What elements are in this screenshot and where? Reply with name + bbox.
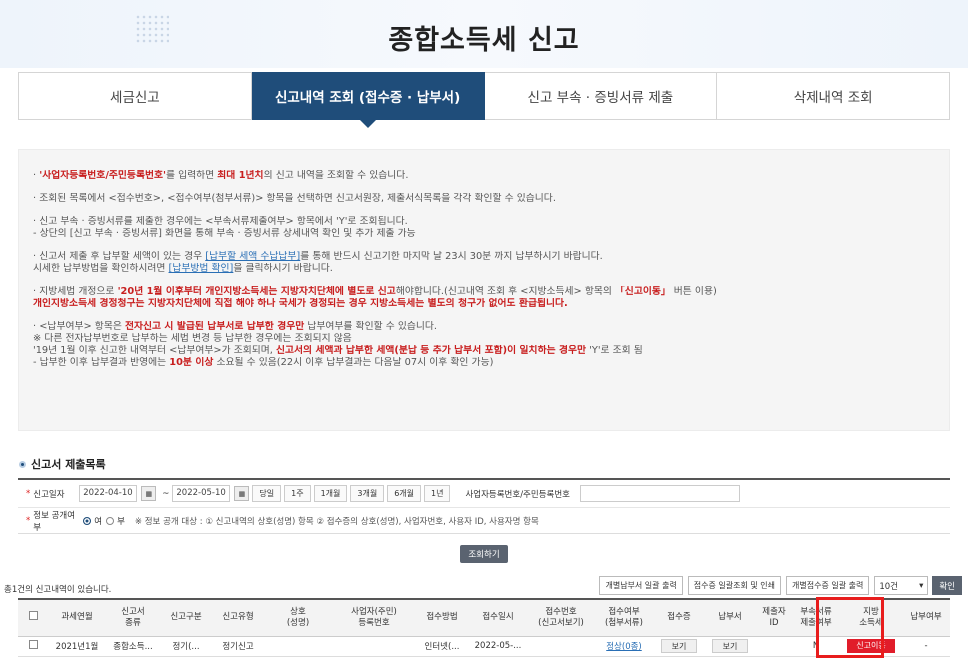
pay-tax-link[interactable]: [납부할 세액 수납납부] <box>205 251 300 262</box>
id-label: 사업자등록번호/주민등록번호 <box>465 489 570 500</box>
result-actions: 개별납부서 일괄 출력 접수증 일괄조회 및 인쇄 개별접수증 일괄 출력 10… <box>594 576 962 595</box>
calendar-icon[interactable]: ▦ <box>234 486 250 501</box>
notice-line: '19년 1월 이후 신고한 내역부터 <납부여부>가 조회되며, 신고서의 세… <box>33 345 643 356</box>
table-header-row: 과세연월 신고서 종류 신고구분 신고유형 상호 (성명) 사업자(주민) 등록… <box>18 598 950 637</box>
col-header: 상호 (성명) <box>264 598 332 637</box>
page-size-select[interactable]: 10건 ▾ <box>874 576 929 595</box>
cell-name <box>264 636 332 657</box>
cell-datetime: 2022-05-... <box>468 636 528 657</box>
cell-receipt-no[interactable] <box>528 636 594 657</box>
public-note: ※ 정보 공개 대상 : ① 신고내역의 상호(성명) 항목 ② 접수증의 상호… <box>134 517 539 527</box>
cell-method: 인터넷(... <box>416 636 468 657</box>
table-row: 2021년1월 종합소득... 정기(... 정기신고 인터넷(... 2022… <box>18 636 950 657</box>
bulk-detail-print-button[interactable]: 개별접수증 일괄 출력 <box>786 576 870 595</box>
notice-line: · <납부여부> 항목은 전자신고 시 발급된 납부서로 납부한 경우만 납부여… <box>33 321 438 332</box>
cell-type: 종합소득... <box>106 636 160 657</box>
radio-yes[interactable] <box>83 517 92 525</box>
result-count: 총1건의 신고내역이 있습니다. <box>4 585 112 595</box>
period-1w-button[interactable]: 1주 <box>284 485 311 502</box>
highlight-box <box>816 597 884 658</box>
row-checkbox[interactable] <box>28 640 38 649</box>
bullet-icon <box>19 461 26 468</box>
search-button[interactable]: 조회하기 <box>460 545 508 563</box>
notice-line: - 납부한 이후 납부결과 반영에는 10분 이상 소요될 수 있음(22시 이… <box>33 357 494 368</box>
notice-line: · 지방세법 개정으로 '20년 1월 이후부터 개인지방소득세는 지방자치단체… <box>33 286 717 297</box>
filter-row-public: * 정보 공개여부 여 부 ※ 정보 공개 대상 : ① 신고내역의 상호(성명… <box>18 507 950 534</box>
view-bill-button[interactable]: 보기 <box>712 639 748 653</box>
filter-panel: * 신고일자 2022-04-10 ▦ ~ 2022-05-10 ▦ 당일 1주… <box>18 478 950 534</box>
tab-attachment-submit[interactable]: 신고 부속 · 증빙서류 제출 <box>484 72 718 120</box>
tab-report-history[interactable]: 신고내역 조회 (접수증 · 납부서) <box>251 72 485 128</box>
date-label: 신고일자 <box>33 489 65 500</box>
period-today-button[interactable]: 당일 <box>252 485 282 502</box>
col-header: 사업자(주민) 등록번호 <box>332 598 416 637</box>
tab-tax-report[interactable]: 세금신고 <box>18 72 252 120</box>
date-to-input[interactable]: 2022-05-10 <box>172 485 231 502</box>
calendar-icon[interactable]: ▦ <box>141 486 157 501</box>
notice-line: · 신고 부속 · 증빙서류를 제출한 경우에는 <부속서류제출여부> 항목에서… <box>33 216 408 227</box>
col-header: 접수증 <box>654 598 704 637</box>
select-all-cell <box>18 598 48 637</box>
radio-no[interactable] <box>106 517 115 525</box>
select-all-checkbox[interactable] <box>28 611 38 621</box>
id-input[interactable] <box>579 485 740 502</box>
filter-row-date: * 신고일자 2022-04-10 ▦ ~ 2022-05-10 ▦ 당일 1주… <box>18 480 950 507</box>
col-header: 접수방법 <box>416 598 468 637</box>
pay-method-link[interactable]: [납부방법 확인] <box>169 263 234 274</box>
col-header: 접수일시 <box>468 598 528 637</box>
bulk-pay-print-button[interactable]: 개별납부서 일괄 출력 <box>599 576 683 595</box>
chevron-down-icon: ▾ <box>919 580 924 591</box>
period-3m-button[interactable]: 3개월 <box>350 485 385 502</box>
col-header: 신고구분 <box>160 598 212 637</box>
period-1y-button[interactable]: 1년 <box>424 485 451 502</box>
confirm-button[interactable]: 확인 <box>932 576 962 595</box>
col-header: 납부여부 <box>902 598 950 637</box>
col-header: 접수번호 (신고서보기) <box>528 598 594 637</box>
notice-line: ※ 다른 전자납부번호로 납부하는 세법 변경 등 납부한 경우에는 조회되지 … <box>33 333 352 344</box>
tab-bar: 세금신고 신고내역 조회 (접수증 · 납부서) 신고 부속 · 증빙서류 제출… <box>18 72 950 128</box>
notice-line: 개인지방소득세 경정청구는 지방자치단체에 직접 해야 하나 국세가 경정되는 … <box>33 298 568 309</box>
cell-kind: 정기신고 <box>212 636 264 657</box>
cell-gubun: 정기(... <box>160 636 212 657</box>
col-header: 접수여부 (첨부서류) <box>594 598 654 637</box>
col-header: 납부서 <box>704 598 756 637</box>
notice-line: · 조회된 목록에서 <접수번호>, <접수여부(첨부서류)> 항목을 선택하면… <box>33 193 556 204</box>
col-header: 신고서 종류 <box>106 598 160 637</box>
notice-line: · '사업자등록번호/주민등록번호'를 입력하면 최대 1년치의 신고 내역을 … <box>33 170 409 181</box>
required-mark: * <box>26 516 31 526</box>
cell-period: 2021년1월 <box>48 636 106 657</box>
col-header: 제출자 ID <box>756 598 792 637</box>
notice-line: 시세한 납부방법을 확인하시려면 [납부방법 확인]을 클릭하시기 바랍니다. <box>33 263 333 274</box>
status-link[interactable]: 정상(0종) <box>606 642 642 652</box>
cell-regno <box>332 636 416 657</box>
period-6m-button[interactable]: 6개월 <box>387 485 421 502</box>
results-table: 과세연월 신고서 종류 신고구분 신고유형 상호 (성명) 사업자(주민) 등록… <box>18 598 950 657</box>
page-title: 종합소득세 신고 <box>388 25 580 56</box>
tab-deleted-history[interactable]: 삭제내역 조회 <box>717 72 950 120</box>
view-receipt-button[interactable]: 보기 <box>661 639 697 653</box>
bulk-receipt-button[interactable]: 접수증 일괄조회 및 인쇄 <box>687 576 782 595</box>
notice-line: - 상단의 [신고 부속 · 증빙서류] 화면을 통해 부속 · 증빙서류 상세… <box>33 228 416 239</box>
notice-box: · '사업자등록번호/주민등록번호'를 입력하면 최대 1년치의 신고 내역을 … <box>18 149 950 431</box>
public-label: 정보 공개여부 <box>33 511 76 533</box>
cell-paid: - <box>902 636 950 657</box>
section-title: 신고서 제출목록 <box>19 456 106 472</box>
cell-submitter <box>756 636 792 657</box>
col-header: 신고유형 <box>212 598 264 637</box>
col-header: 과세연월 <box>48 598 106 637</box>
period-1m-button[interactable]: 1개월 <box>313 485 348 502</box>
date-from-input[interactable]: 2022-04-10 <box>79 485 138 502</box>
notice-line: · 신고서 제출 후 납부할 세액이 있는 경우 [납부할 세액 수납납부]를 … <box>33 251 603 262</box>
required-mark: * <box>26 488 31 499</box>
page-header: 종합소득세 신고 <box>0 0 968 68</box>
